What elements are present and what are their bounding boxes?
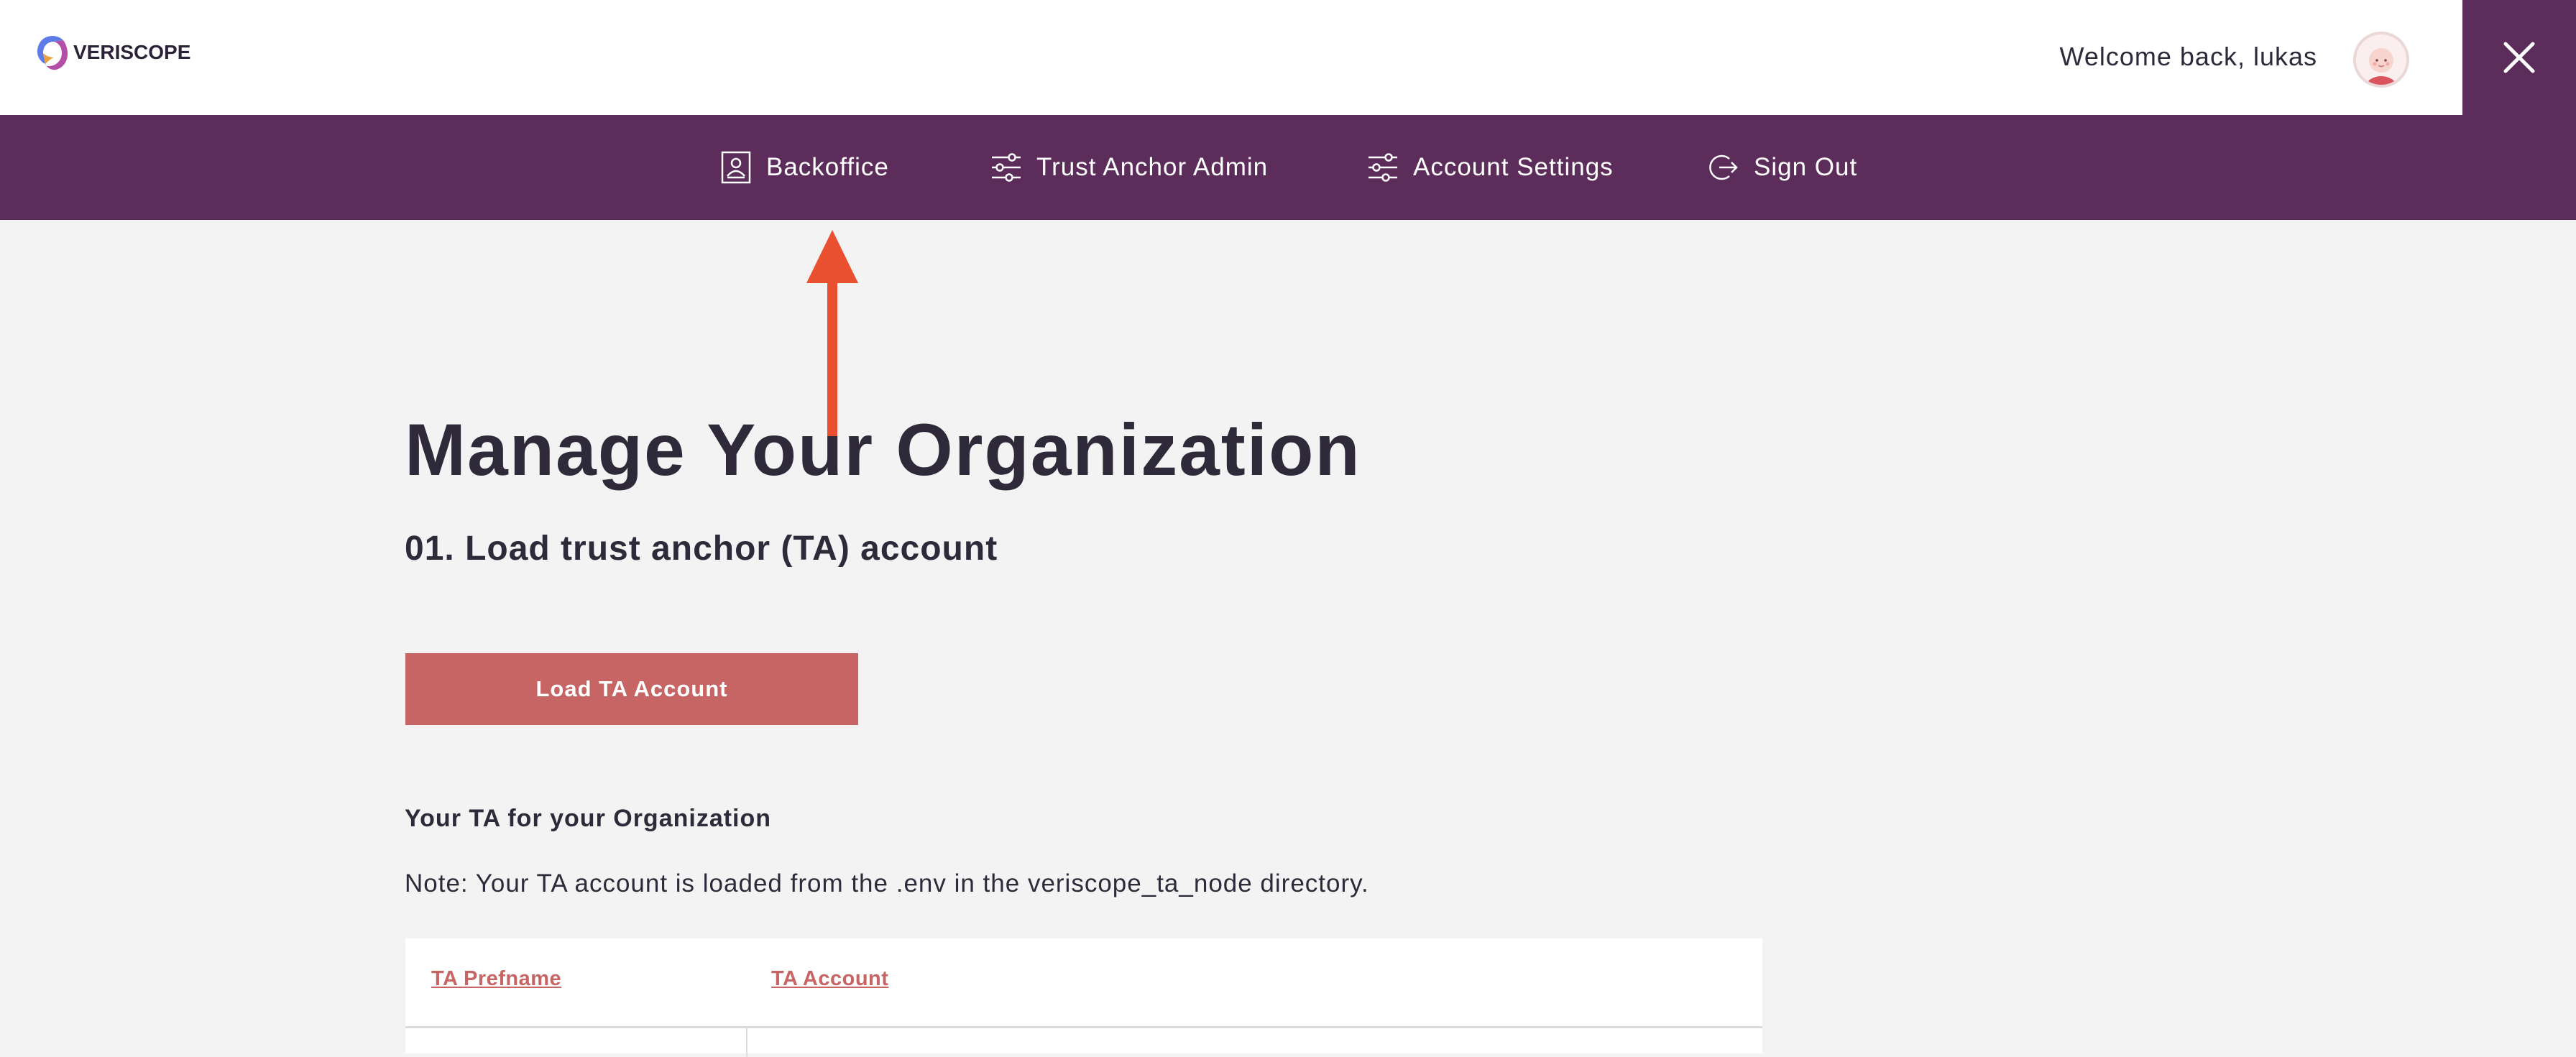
nav-label-trust-anchor-admin: Trust Anchor Admin xyxy=(1036,153,1269,181)
ta-table: TA Prefname TA Account xyxy=(405,938,1762,1057)
column-header-ta-account[interactable]: TA Account xyxy=(771,967,888,991)
sign-out-icon xyxy=(1709,154,1738,180)
nav-item-trust-anchor-admin[interactable]: Trust Anchor Admin xyxy=(990,115,1268,220)
nav-item-account-settings[interactable]: Account Settings xyxy=(1367,115,1614,220)
step-heading: 01. Load trust anchor (TA) account xyxy=(405,530,998,568)
nav-item-sign-out[interactable]: Sign Out xyxy=(1708,115,1857,220)
load-ta-account-button[interactable]: Load TA Account xyxy=(405,653,858,725)
veriscope-logo-icon xyxy=(37,36,68,70)
column-divider xyxy=(746,1028,748,1057)
user-avatar-icon xyxy=(2365,48,2397,85)
main-nav: Backoffice Trust Anchor Admin Account Se… xyxy=(0,115,2576,220)
table-divider xyxy=(405,1026,1762,1028)
logo-text: VERISCOPE xyxy=(73,41,191,63)
welcome-message: Welcome back, lukas xyxy=(2059,42,2317,71)
ta-section-heading: Your TA for your Organization xyxy=(405,805,772,832)
nav-label-backoffice: Backoffice xyxy=(766,153,889,181)
portrait-icon xyxy=(721,151,751,184)
close-menu-button[interactable] xyxy=(2462,0,2576,115)
avatar[interactable] xyxy=(2353,32,2409,88)
nav-item-backoffice[interactable]: Backoffice xyxy=(720,115,889,220)
page-title: Manage Your Organization xyxy=(405,409,1361,491)
veriscope-logo[interactable]: VERISCOPE xyxy=(34,33,190,72)
nav-label-account-settings: Account Settings xyxy=(1413,153,1614,181)
column-header-ta-prefname[interactable]: TA Prefname xyxy=(431,967,561,991)
close-icon xyxy=(2503,42,2535,73)
ta-note: Note: Your TA account is loaded from the… xyxy=(405,869,1369,897)
nav-label-sign-out: Sign Out xyxy=(1754,153,1858,181)
sliders-icon xyxy=(1368,153,1397,182)
top-header: VERISCOPE Welcome back, lukas xyxy=(0,0,2576,115)
sliders-icon xyxy=(992,153,1021,182)
